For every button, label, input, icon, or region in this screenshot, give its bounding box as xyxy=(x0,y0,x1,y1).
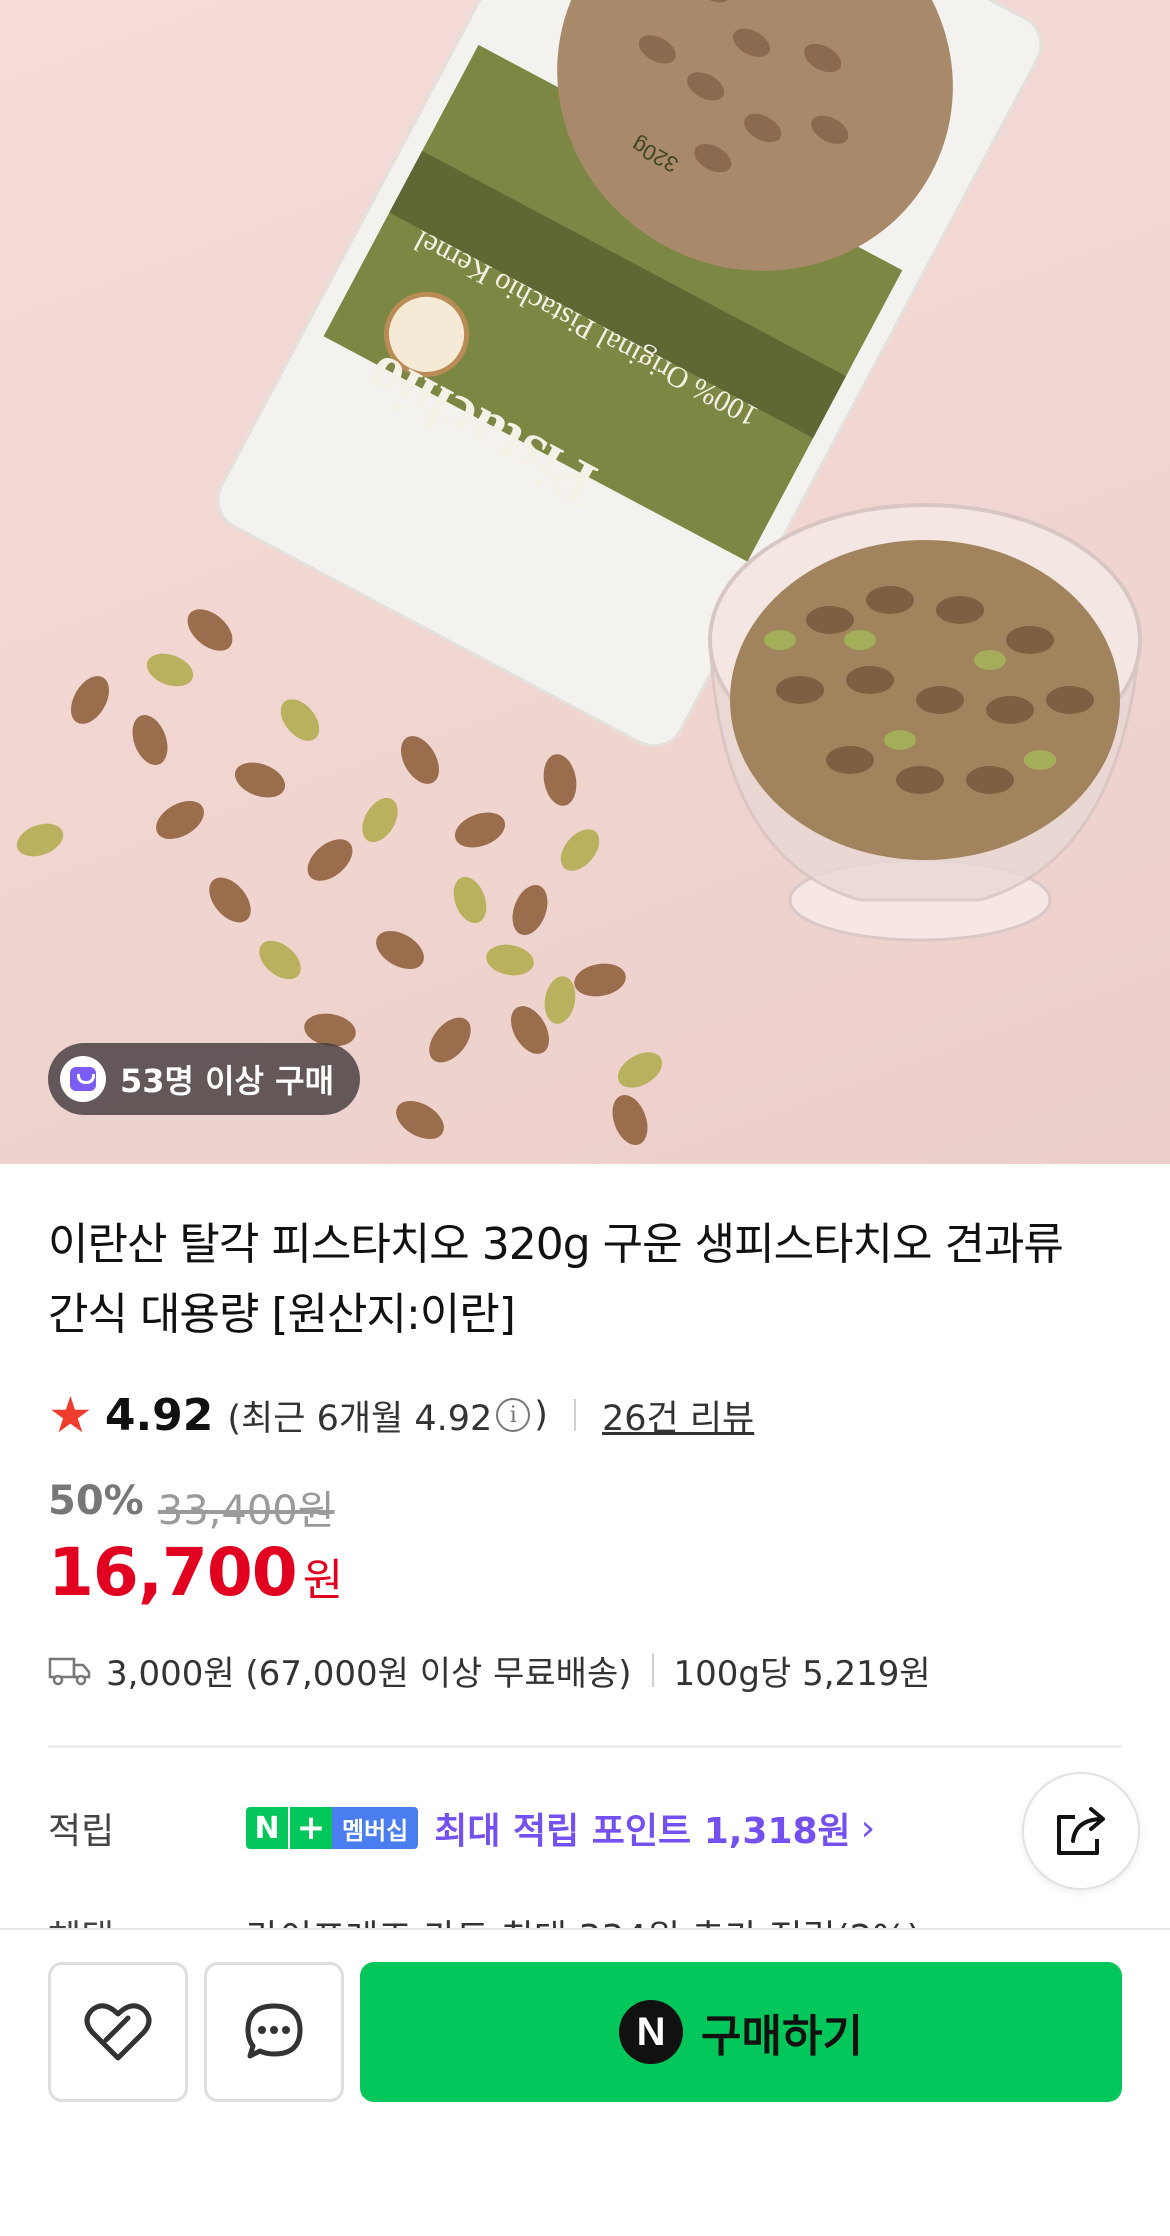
star-icon: ★ xyxy=(48,1386,93,1444)
bottom-action-bar: N 구매하기 xyxy=(0,1928,1170,2236)
product-image[interactable]: Pistachio 100% Original Pistachio Kernel… xyxy=(0,0,1170,1164)
product-title: 이란산 탈각 피스타치오 320g 구운 생피스타치오 견과류 간식 대용량 [… xyxy=(48,1219,1064,1340)
wishlist-button[interactable] xyxy=(48,1962,188,2102)
max-points-text: 최대 적립 포인트 1,318원 xyxy=(434,1811,851,1852)
recent-rating-text: (최근 6개월 4.92 xyxy=(227,1398,493,1439)
currency-unit: 원 xyxy=(302,1555,344,1606)
naver-plus-membership-badge: N + 멤버십 xyxy=(246,1807,419,1849)
share-icon xyxy=(1057,1807,1105,1855)
points-row[interactable]: 적립 N + 멤버십 최대 적립 포인트 1,318원 › xyxy=(48,1795,998,1861)
rating-score: 4.92 xyxy=(104,1389,214,1441)
section-divider xyxy=(48,1745,1122,1748)
shipping-row: 3,000원 (67,000원 이상 무료배송) 100g당 5,219원 xyxy=(48,1640,931,1700)
review-count-link[interactable]: 26건 리뷰 xyxy=(602,1390,754,1441)
shopping-bag-icon xyxy=(60,1056,106,1102)
sale-price: 16,700 xyxy=(48,1534,298,1611)
rating-row: ★ 4.92 (최근 6개월 4.92 i ) 26건 리뷰 xyxy=(48,1385,754,1445)
membership-label: 멤버십 xyxy=(332,1807,419,1849)
delivery-truck-icon xyxy=(48,1657,91,1686)
points-label: 적립 xyxy=(48,1811,115,1852)
recent-rating-close: ) xyxy=(534,1395,548,1435)
chevron-right-icon: › xyxy=(860,1807,876,1849)
glass-bowl xyxy=(708,503,1142,942)
divider xyxy=(651,1653,654,1687)
chat-bubble-icon xyxy=(245,2003,303,2059)
chat-inquiry-button[interactable] xyxy=(204,1962,344,2102)
info-icon[interactable]: i xyxy=(496,1398,531,1432)
divider xyxy=(573,1399,576,1431)
wishlist-heart-icon xyxy=(84,2003,152,2061)
unit-price: 100g당 5,219원 xyxy=(673,1653,931,1694)
plus-icon: + xyxy=(288,1807,332,1849)
buyers-count-badge: 53명 이상 구매 xyxy=(48,1043,361,1115)
buyers-count-text: 53명 이상 구매 xyxy=(120,1062,335,1100)
naver-n-icon: N xyxy=(246,1807,288,1849)
naver-logo-icon: N xyxy=(619,2000,684,2064)
share-button[interactable] xyxy=(1022,1772,1140,1890)
original-price: 33,400원 xyxy=(157,1488,335,1534)
sale-price-row: 16,700 원 xyxy=(48,1534,343,1611)
shipping-fee: 3,000원 (67,000원 이상 무료배송) xyxy=(106,1653,632,1694)
buy-button[interactable]: N 구매하기 xyxy=(360,1962,1122,2102)
product-photo-illustration: Pistachio 100% Original Pistachio Kernel… xyxy=(16,0,1142,1146)
buy-button-label: 구매하기 xyxy=(701,2011,863,2062)
discount-rate: 50% xyxy=(48,1478,144,1524)
original-price-row: 50% 33,400원 xyxy=(48,1478,335,1536)
